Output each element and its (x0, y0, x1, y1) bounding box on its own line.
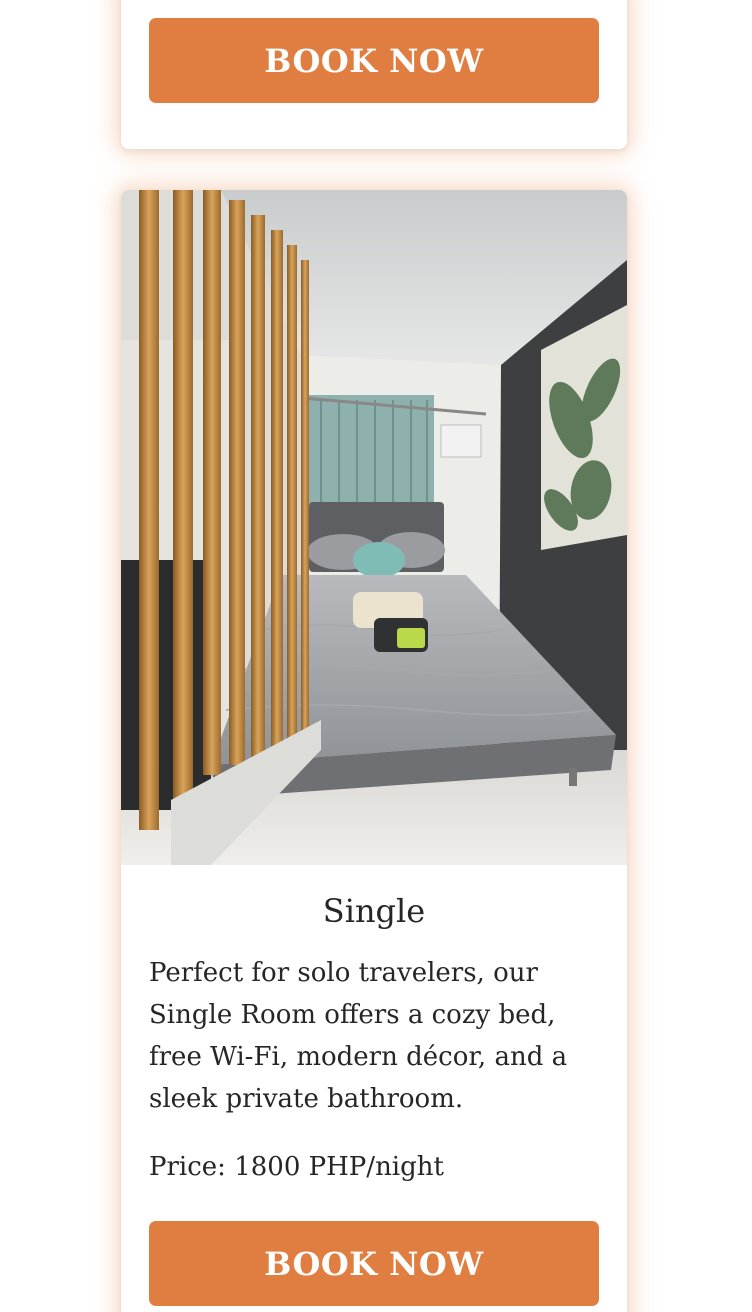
room-card-previous: BOOK NOW (121, 0, 627, 149)
room-price: Price: 1800 PHP/night (149, 1152, 444, 1182)
room-title: Single (322, 892, 426, 930)
book-now-button[interactable]: BOOK NOW (149, 1221, 599, 1306)
room-photo (121, 190, 627, 865)
room-card-single: Single Perfect for solo travelers, our S… (121, 190, 627, 1312)
room-description: Perfect for solo travelers, our Single R… (149, 958, 568, 1114)
page: BOOK NOW Single Perfect for solo travele… (0, 0, 752, 1312)
book-now-button[interactable]: BOOK NOW (149, 18, 599, 103)
